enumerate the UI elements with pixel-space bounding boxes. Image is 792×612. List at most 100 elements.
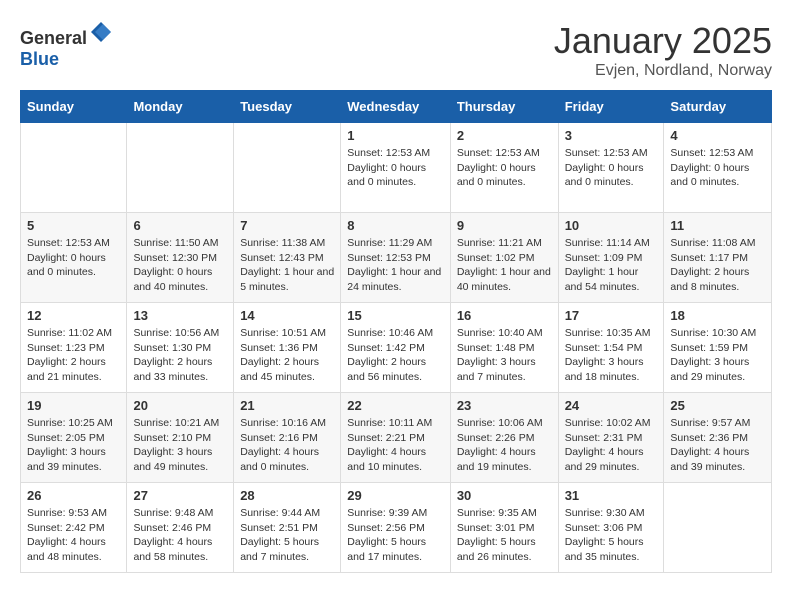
logo-blue: Blue bbox=[20, 49, 59, 69]
day-number: 30 bbox=[457, 488, 552, 503]
cell-content: Sunrise: 9:35 AM Sunset: 3:01 PM Dayligh… bbox=[457, 506, 552, 565]
cell-content: Sunrise: 11:14 AM Sunset: 1:09 PM Daylig… bbox=[565, 236, 658, 295]
cell-content: Sunrise: 11:21 AM Sunset: 1:02 PM Daylig… bbox=[457, 236, 552, 295]
calendar-header-row: SundayMondayTuesdayWednesdayThursdayFrid… bbox=[21, 91, 772, 123]
calendar-cell: 29Sunrise: 9:39 AM Sunset: 2:56 PM Dayli… bbox=[341, 483, 451, 573]
cell-content: Sunrise: 9:53 AM Sunset: 2:42 PM Dayligh… bbox=[27, 506, 120, 565]
cell-content: Sunrise: 10:40 AM Sunset: 1:48 PM Daylig… bbox=[457, 326, 552, 385]
day-number: 11 bbox=[670, 218, 765, 233]
calendar-week-row: 12Sunrise: 11:02 AM Sunset: 1:23 PM Dayl… bbox=[21, 303, 772, 393]
cell-content: Sunrise: 9:48 AM Sunset: 2:46 PM Dayligh… bbox=[133, 506, 227, 565]
calendar-cell bbox=[234, 123, 341, 213]
day-number: 3 bbox=[565, 128, 658, 143]
day-number: 21 bbox=[240, 398, 334, 413]
day-number: 6 bbox=[133, 218, 227, 233]
calendar-cell: 17 Sunrise: 10:35 AM Sunset: 1:54 PM Dayl… bbox=[558, 303, 664, 393]
header-day-sunday: Sunday bbox=[21, 91, 127, 123]
day-number: 15 bbox=[347, 308, 444, 323]
day-number: 17 bbox=[565, 308, 658, 323]
calendar-cell: 3Sunset: 12:53 AM Daylight: 0 hours and … bbox=[558, 123, 664, 213]
logo-general: General bbox=[20, 28, 87, 48]
title-section: January 2025 Evjen, Nordland, Norway bbox=[554, 20, 772, 80]
logo: General Blue bbox=[20, 20, 113, 70]
day-number: 24 bbox=[565, 398, 658, 413]
calendar-cell: 16Sunrise: 10:40 AM Sunset: 1:48 PM Dayl… bbox=[450, 303, 558, 393]
cell-content: Sunrise: 9:57 AM Sunset: 2:36 PM Dayligh… bbox=[670, 416, 765, 475]
cell-content: Sunset: 12:53 AM Daylight: 0 hours and 0… bbox=[347, 146, 444, 190]
calendar-cell: 31 Sunrise: 9:30 AM Sunset: 3:06 PM Dayli… bbox=[558, 483, 664, 573]
calendar-cell: 13Sunrise: 10:56 AM Sunset: 1:30 PM Dayl… bbox=[127, 303, 234, 393]
cell-content: Sunset: 12:53 AM Daylight: 0 hours and 0… bbox=[27, 236, 120, 280]
header-day-thursday: Thursday bbox=[450, 91, 558, 123]
cell-content: Sunrise: 11:08 AM Sunset: 1:17 PM Daylig… bbox=[670, 236, 765, 295]
day-number: 4 bbox=[670, 128, 765, 143]
header-day-wednesday: Wednesday bbox=[341, 91, 451, 123]
day-number: 28 bbox=[240, 488, 334, 503]
day-number: 12 bbox=[27, 308, 120, 323]
calendar-week-row: 26 Sunrise: 9:53 AM Sunset: 2:42 PM Dayli… bbox=[21, 483, 772, 573]
calendar-cell: 5 Sunset: 12:53 AM Daylight: 0 hours and … bbox=[21, 213, 127, 303]
cell-content: Sunrise: 11:38 AM Sunset: 12:43 PM Dayli… bbox=[240, 236, 334, 295]
day-number: 31 bbox=[565, 488, 658, 503]
day-number: 9 bbox=[457, 218, 552, 233]
day-number: 22 bbox=[347, 398, 444, 413]
calendar-cell: 19Sunrise: 10:25 AM Sunset: 2:05 PM Dayl… bbox=[21, 393, 127, 483]
calendar-cell: 15 Sunrise: 10:46 AM Sunset: 1:42 PM Dayl… bbox=[341, 303, 451, 393]
calendar-cell: 21Sunrise: 10:16 AM Sunset: 2:16 PM Dayl… bbox=[234, 393, 341, 483]
logo-icon bbox=[89, 20, 113, 44]
calendar-cell: 8Sunrise: 11:29 AM Sunset: 12:53 PM Dayl… bbox=[341, 213, 451, 303]
calendar-cell: 27 Sunrise: 9:48 AM Sunset: 2:46 PM Dayli… bbox=[127, 483, 234, 573]
day-number: 26 bbox=[27, 488, 120, 503]
day-number: 5 bbox=[27, 218, 120, 233]
cell-content: Sunrise: 10:06 AM Sunset: 2:26 PM Daylig… bbox=[457, 416, 552, 475]
cell-content: Sunrise: 10:21 AM Sunset: 2:10 PM Daylig… bbox=[133, 416, 227, 475]
cell-content: Sunrise: 10:11 AM Sunset: 2:21 PM Daylig… bbox=[347, 416, 444, 475]
calendar-cell: 12Sunrise: 11:02 AM Sunset: 1:23 PM Dayl… bbox=[21, 303, 127, 393]
calendar-cell: 20 Sunrise: 10:21 AM Sunset: 2:10 PM Dayl… bbox=[127, 393, 234, 483]
calendar-cell: 11 Sunrise: 11:08 AM Sunset: 1:17 PM Dayl… bbox=[664, 213, 772, 303]
header-day-tuesday: Tuesday bbox=[234, 91, 341, 123]
calendar-cell: 25 Sunrise: 9:57 AM Sunset: 2:36 PM Dayli… bbox=[664, 393, 772, 483]
cell-content: Sunrise: 10:35 AM Sunset: 1:54 PM Daylig… bbox=[565, 326, 658, 385]
day-number: 8 bbox=[347, 218, 444, 233]
day-number: 1 bbox=[347, 128, 444, 143]
month-title: January 2025 bbox=[554, 20, 772, 62]
calendar-week-row: 5 Sunset: 12:53 AM Daylight: 0 hours and … bbox=[21, 213, 772, 303]
calendar-cell: 22 Sunrise: 10:11 AM Sunset: 2:21 PM Dayl… bbox=[341, 393, 451, 483]
calendar-cell bbox=[664, 483, 772, 573]
calendar-cell: 9 Sunrise: 11:21 AM Sunset: 1:02 PM Dayli… bbox=[450, 213, 558, 303]
cell-content: Sunrise: 9:30 AM Sunset: 3:06 PM Dayligh… bbox=[565, 506, 658, 565]
calendar-week-row: 1 Sunset: 12:53 AM Daylight: 0 hours and … bbox=[21, 123, 772, 213]
calendar-cell: 10 Sunrise: 11:14 AM Sunset: 1:09 PM Dayl… bbox=[558, 213, 664, 303]
calendar-cell: 26 Sunrise: 9:53 AM Sunset: 2:42 PM Dayli… bbox=[21, 483, 127, 573]
day-number: 18 bbox=[670, 308, 765, 323]
calendar-cell: 24Sunrise: 10:02 AM Sunset: 2:31 PM Dayl… bbox=[558, 393, 664, 483]
cell-content: Sunrise: 10:51 AM Sunset: 1:36 PM Daylig… bbox=[240, 326, 334, 385]
day-number: 7 bbox=[240, 218, 334, 233]
cell-content: Sunset: 12:53 AM Daylight: 0 hours and 0… bbox=[457, 146, 552, 190]
calendar-cell bbox=[21, 123, 127, 213]
location-title: Evjen, Nordland, Norway bbox=[554, 62, 772, 80]
calendar-cell: 28 Sunrise: 9:44 AM Sunset: 2:51 PM Dayli… bbox=[234, 483, 341, 573]
header-day-monday: Monday bbox=[127, 91, 234, 123]
cell-content: Sunrise: 10:30 AM Sunset: 1:59 PM Daylig… bbox=[670, 326, 765, 385]
calendar-cell: 7 Sunrise: 11:38 AM Sunset: 12:43 PM Dayl… bbox=[234, 213, 341, 303]
header-day-saturday: Saturday bbox=[664, 91, 772, 123]
calendar-cell: 14Sunrise: 10:51 AM Sunset: 1:36 PM Dayl… bbox=[234, 303, 341, 393]
calendar-cell bbox=[127, 123, 234, 213]
day-number: 25 bbox=[670, 398, 765, 413]
cell-content: Sunrise: 10:56 AM Sunset: 1:30 PM Daylig… bbox=[133, 326, 227, 385]
day-number: 19 bbox=[27, 398, 120, 413]
cell-content: Sunrise: 9:44 AM Sunset: 2:51 PM Dayligh… bbox=[240, 506, 334, 565]
calendar-table: SundayMondayTuesdayWednesdayThursdayFrid… bbox=[20, 90, 772, 573]
day-number: 29 bbox=[347, 488, 444, 503]
calendar-cell: 23Sunrise: 10:06 AM Sunset: 2:26 PM Dayl… bbox=[450, 393, 558, 483]
calendar-cell: 18 Sunrise: 10:30 AM Sunset: 1:59 PM Dayl… bbox=[664, 303, 772, 393]
day-number: 10 bbox=[565, 218, 658, 233]
header-day-friday: Friday bbox=[558, 91, 664, 123]
cell-content: Sunrise: 10:46 AM Sunset: 1:42 PM Daylig… bbox=[347, 326, 444, 385]
day-number: 27 bbox=[133, 488, 227, 503]
day-number: 20 bbox=[133, 398, 227, 413]
calendar-cell: 2 Sunset: 12:53 AM Daylight: 0 hours and … bbox=[450, 123, 558, 213]
day-number: 2 bbox=[457, 128, 552, 143]
